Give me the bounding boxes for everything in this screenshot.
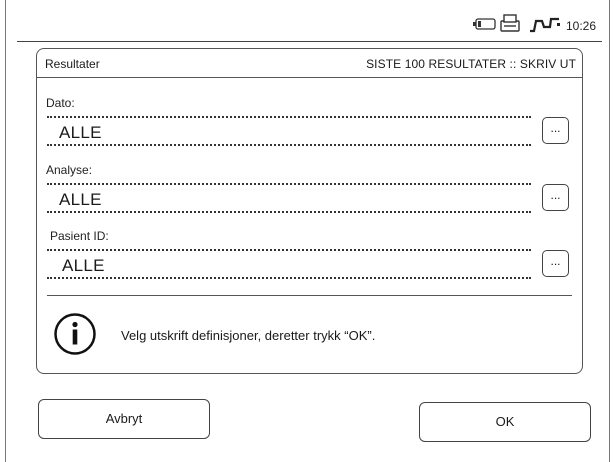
patient-id-select-button[interactable]: ... (542, 250, 569, 277)
ok-button[interactable]: OK (419, 402, 591, 442)
page-title: Resultater (45, 57, 100, 71)
panel-header: Resultater SISTE 100 RESULTATER :: SKRIV… (37, 49, 582, 78)
analysis-value: ALLE (59, 190, 102, 209)
analysis-field[interactable]: ALLE (47, 183, 531, 213)
divider (47, 295, 572, 296)
analysis-label: Analyse: (46, 163, 93, 177)
breadcrumb: SISTE 100 RESULTATER :: SKRIV UT (366, 57, 576, 71)
signal-icon (530, 17, 560, 33)
clock: 10:26 (566, 19, 597, 33)
patient-id-field[interactable]: ALLE (47, 249, 531, 279)
info-message: Velg utskrift definisjoner, deretter try… (121, 328, 376, 343)
date-field[interactable]: ALLE (47, 116, 531, 146)
analysis-select-button[interactable]: ... (542, 184, 569, 211)
patient-id-value: ALLE (62, 256, 105, 275)
printer-icon (500, 14, 520, 32)
battery-icon (473, 18, 496, 30)
status-divider (17, 41, 602, 42)
results-panel: Resultater SISTE 100 RESULTATER :: SKRIV… (36, 48, 583, 374)
info-icon (54, 313, 96, 355)
patient-id-label: Pasient ID: (50, 229, 109, 243)
date-select-button[interactable]: ... (542, 117, 569, 144)
cancel-button[interactable]: Avbryt (38, 399, 210, 439)
date-value: ALLE (59, 123, 102, 142)
date-label: Dato: (46, 96, 75, 110)
